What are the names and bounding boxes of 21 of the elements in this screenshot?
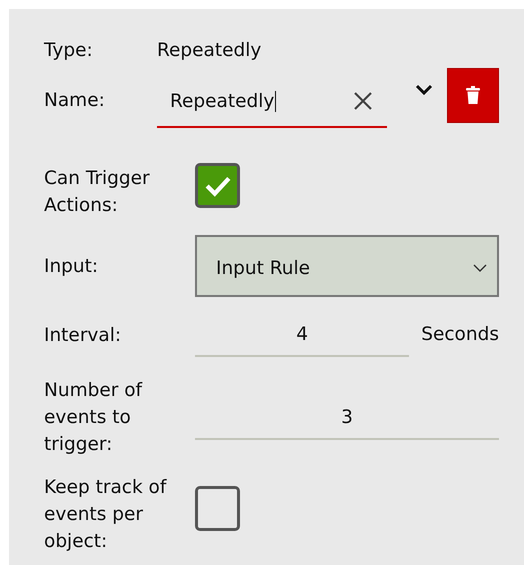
trash-icon <box>466 86 480 104</box>
clear-icon[interactable] <box>353 91 373 111</box>
name-label: Name: <box>44 90 106 110</box>
number-field[interactable]: 4 <box>195 313 410 357</box>
type-value: Repeatedly <box>157 40 262 60</box>
type-label: Type: <box>44 40 94 60</box>
field-label: Input: <box>44 254 100 278</box>
input-dropdown[interactable]: Input Rule <box>195 235 499 297</box>
number-field[interactable]: 3 <box>195 396 499 440</box>
checkbox[interactable] <box>195 486 240 531</box>
unit-label: Seconds <box>421 324 499 347</box>
field-label: Keep track of events per object: <box>44 476 168 554</box>
field-label: Can Trigger Actions: <box>44 167 151 218</box>
checkbox[interactable] <box>195 163 240 208</box>
delete-button[interactable] <box>447 68 499 122</box>
checkmark-icon <box>204 174 230 196</box>
field-label: Number of events to trigger: <box>44 379 144 457</box>
chevron-down-icon[interactable] <box>415 84 433 96</box>
name-field[interactable]: Repeatedly <box>157 72 387 128</box>
chevron-down-icon <box>473 264 487 272</box>
field-label: Interval: <box>44 324 122 348</box>
